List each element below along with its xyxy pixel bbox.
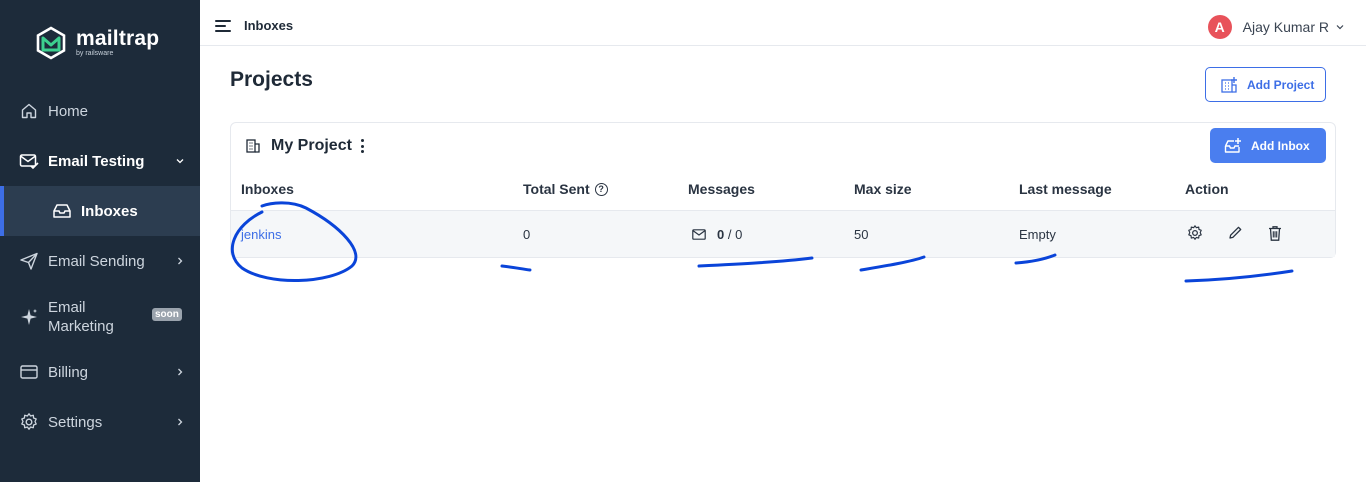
- column-header-messages: Messages: [688, 181, 755, 197]
- billing-icon: [19, 362, 39, 382]
- column-header-action: Action: [1185, 181, 1229, 197]
- total-sent-value: 0: [523, 227, 531, 242]
- chevron-right-icon: [178, 418, 183, 426]
- sidebar-item-settings[interactable]: Settings: [0, 397, 200, 447]
- last-message-value: Empty: [1019, 227, 1056, 242]
- add-inbox-icon: [1224, 137, 1241, 153]
- send-icon: [19, 251, 39, 271]
- project-name: My Project: [271, 137, 352, 154]
- inbox-settings-icon[interactable]: [1186, 224, 1204, 242]
- soon-badge: soon: [152, 308, 182, 321]
- sidebar-item-label-line1: Email: [48, 299, 86, 316]
- mailtrap-logo[interactable]: mailtrap by railsware: [34, 26, 159, 60]
- add-project-icon: [1221, 76, 1237, 93]
- sidebar: mailtrap by railsware Home Email Testing…: [0, 0, 200, 482]
- chevron-right-icon: [178, 368, 183, 376]
- chevron-right-icon: [178, 257, 183, 265]
- pencil-icon[interactable]: [1226, 224, 1244, 242]
- trash-icon[interactable]: [1266, 224, 1284, 242]
- project-card: My Project Add Inbox Inboxes Total Sent …: [230, 122, 1336, 258]
- messages-total: / 0: [727, 227, 743, 242]
- add-inbox-label: Add Inbox: [1251, 138, 1310, 153]
- add-project-label: Add Project: [1247, 77, 1315, 92]
- page-title: Projects: [230, 68, 313, 91]
- messages-count: 0 / 0: [692, 227, 742, 242]
- chevron-down-icon: [176, 159, 184, 164]
- max-size-value: 50: [854, 227, 869, 242]
- column-header-max-size: Max size: [854, 181, 912, 197]
- avatar: A: [1207, 15, 1232, 39]
- sparkle-icon: [19, 307, 39, 327]
- inbox-link[interactable]: jenkins: [241, 227, 281, 242]
- sidebar-item-inboxes[interactable]: Inboxes: [0, 186, 200, 236]
- annotation-underline: [697, 256, 814, 268]
- mailtrap-logo-icon: [36, 26, 66, 60]
- user-name: Ajay Kumar R: [1242, 19, 1329, 35]
- annotation-underline: [859, 255, 926, 272]
- sidebar-item-label: Settings: [48, 413, 103, 431]
- annotation-underline: [1184, 269, 1294, 283]
- sidebar-item-label: Email Sending: [48, 252, 145, 270]
- sidebar-item-label: Home: [48, 102, 89, 120]
- add-inbox-button[interactable]: Add Inbox: [1210, 128, 1326, 163]
- help-icon[interactable]: ?: [594, 182, 608, 196]
- gear-icon: [19, 412, 39, 432]
- sidebar-item-label: Inboxes: [81, 202, 138, 220]
- sidebar-item-billing[interactable]: Billing: [0, 347, 200, 397]
- building-icon: [246, 139, 260, 153]
- sidebar-item-label: Email Testing: [48, 152, 145, 170]
- home-icon: [19, 101, 39, 121]
- chevron-down-icon: [1336, 25, 1344, 30]
- annotation-underline: [500, 264, 532, 272]
- email-testing-icon: [19, 151, 39, 171]
- column-header-inboxes: Inboxes: [241, 181, 294, 197]
- column-header-total-sent: Total Sent ?: [523, 181, 608, 197]
- sidebar-item-email-sending[interactable]: Email Sending: [0, 236, 200, 286]
- column-header-last-message: Last message: [1019, 181, 1112, 197]
- envelope-icon: [692, 229, 706, 240]
- project-options-icon[interactable]: [361, 139, 365, 153]
- add-project-button[interactable]: Add Project: [1205, 67, 1326, 102]
- brand-name: mailtrap: [76, 27, 160, 50]
- inbox-icon: [52, 201, 72, 221]
- table-row[interactable]: jenkins 0 0 / 0 50 Empty: [231, 210, 1335, 257]
- top-bar: Inboxes A Ajay Kumar R: [200, 6, 1366, 46]
- sidebar-item-label: Billing: [48, 363, 89, 381]
- breadcrumb[interactable]: Inboxes: [244, 18, 293, 33]
- user-menu[interactable]: A Ajay Kumar R: [1207, 15, 1344, 39]
- sidebar-item-home[interactable]: Home: [0, 86, 200, 136]
- sidebar-item-label-line2: Marketing: [48, 318, 114, 335]
- brand-subtitle: by railsware: [76, 50, 114, 57]
- messages-unread: 0: [717, 227, 725, 242]
- sidebar-item-email-testing[interactable]: Email Testing: [0, 136, 200, 186]
- menu-toggle-icon[interactable]: [215, 20, 231, 32]
- sidebar-item-email-marketing[interactable]: Email Marketing soon: [0, 292, 200, 342]
